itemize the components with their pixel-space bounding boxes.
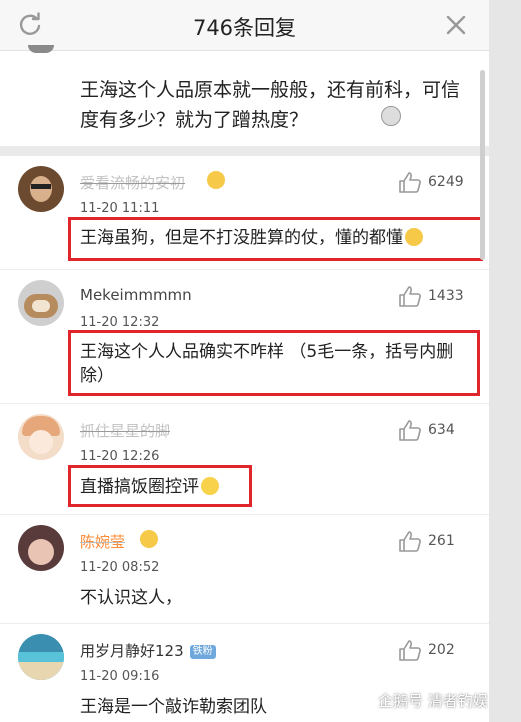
highlight-box (68, 330, 480, 396)
timestamp: 11-20 12:32 (80, 315, 160, 330)
avatar (28, 45, 54, 53)
timestamp: 11-20 11:11 (80, 201, 160, 216)
reply-panel: 746条回复 王海这个人品原本就一般般，还有前科，可信度有多少？就为了蹭热度？ … (0, 0, 489, 722)
comment-text: 不认识这人， (80, 588, 182, 608)
like-count: 6249 (428, 174, 464, 190)
list-item: Mekeimmmmn 1433 11-20 12:32 王海这个人人品确实不咋样… (0, 270, 489, 404)
avatar[interactable] (18, 525, 64, 571)
thumbs-up-icon[interactable] (398, 639, 422, 661)
username[interactable]: Mekeimmmmn (80, 286, 192, 304)
highlight-box (68, 465, 252, 507)
page-title: 746条回复 (192, 16, 297, 40)
original-comment: 王海这个人品原本就一般般，还有前科，可信度有多少？就为了蹭热度？ (0, 45, 489, 146)
username[interactable]: 用岁月静好123 铁粉 (80, 640, 216, 661)
thumbs-up-icon[interactable] (398, 171, 422, 193)
scrollbar[interactable] (480, 70, 485, 260)
emoji-icon (140, 530, 158, 548)
comment-list: 爱看流畅的安初 6249 11-20 11:11 王海虽狗，但是不打没胜算的仗，… (0, 156, 489, 722)
timestamp: 11-20 08:52 (80, 560, 160, 575)
list-item: 陈婉莹 261 11-20 08:52 不认识这人， (0, 515, 489, 624)
list-item: 爱看流畅的安初 6249 11-20 11:11 王海虽狗，但是不打没胜算的仗，… (0, 156, 489, 270)
fan-badge: 铁粉 (189, 645, 216, 659)
like-count: 261 (428, 533, 455, 549)
list-item: 抓住星星的脚 634 11-20 12:26 直播搞饭圈控评 (0, 404, 489, 515)
avatar[interactable] (18, 634, 64, 680)
emoji-icon (207, 171, 225, 189)
original-comment-text: 王海这个人品原本就一般般，还有前科，可信度有多少？就为了蹭热度？ (80, 79, 461, 131)
thumbs-up-icon[interactable] (398, 285, 422, 307)
thumbs-up-icon[interactable] (398, 419, 422, 441)
timestamp: 11-20 12:26 (80, 449, 160, 464)
watermark: 企鹅号 清者钓娱 (378, 692, 488, 710)
section-divider (0, 146, 489, 156)
dog-emoji-icon (381, 106, 401, 126)
avatar[interactable] (18, 414, 64, 460)
avatar[interactable] (18, 166, 64, 212)
username[interactable]: 陈婉莹 (80, 531, 125, 552)
username[interactable]: 抓住星星的脚 (80, 420, 170, 441)
like-count: 634 (428, 422, 455, 438)
username[interactable]: 爱看流畅的安初 (80, 172, 185, 193)
avatar[interactable] (18, 280, 64, 326)
timestamp: 11-20 09:16 (80, 669, 160, 684)
like-count: 1433 (428, 288, 464, 304)
like-count: 202 (428, 642, 455, 658)
close-icon[interactable] (442, 11, 470, 39)
highlight-box (68, 217, 483, 261)
side-gutter (489, 0, 521, 722)
header-bar: 746条回复 (0, 0, 489, 51)
thumbs-up-icon[interactable] (398, 530, 422, 552)
